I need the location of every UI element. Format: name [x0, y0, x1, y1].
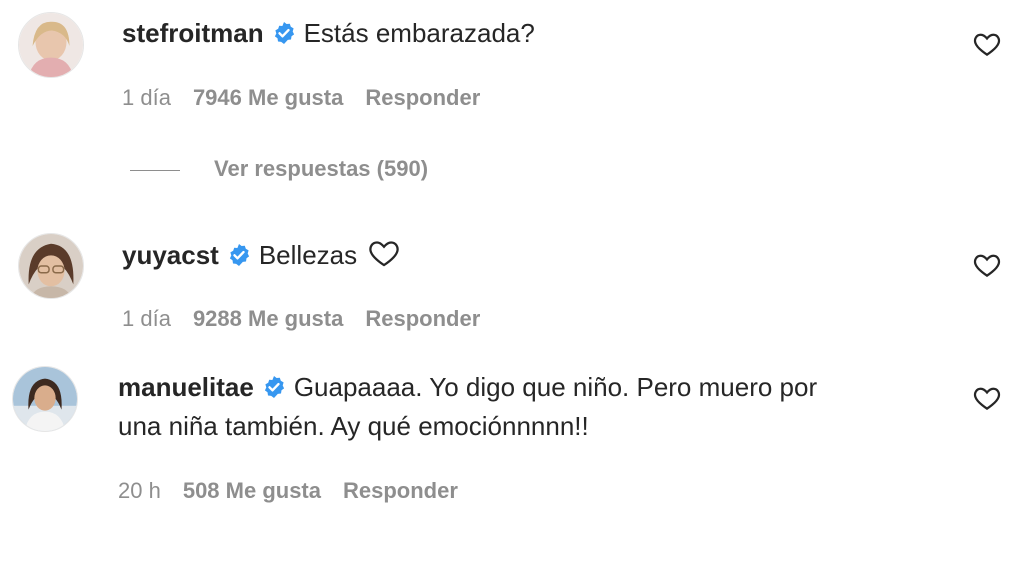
- verified-badge-icon: [227, 243, 251, 267]
- comment-text: Guapaaaa. Yo digo que niño. Pero muero p…: [293, 372, 818, 402]
- likes-count[interactable]: 508 Me gusta: [183, 478, 321, 503]
- comment-time[interactable]: 1 día: [122, 306, 171, 331]
- comment-line: stefroitman Estás embarazada?: [122, 15, 535, 51]
- comment-text-continued: una niña también. Ay qué emociónnnnn!!: [118, 408, 589, 444]
- username[interactable]: stefroitman: [122, 18, 264, 48]
- comment-time[interactable]: 20 h: [118, 478, 161, 503]
- verified-badge-icon: [272, 21, 296, 45]
- comment-meta: 1 día 9288 Me gusta Responder: [122, 304, 502, 334]
- likes-count[interactable]: 7946 Me gusta: [193, 85, 343, 110]
- username[interactable]: yuyacst: [122, 240, 219, 270]
- reply-button[interactable]: Responder: [365, 85, 480, 110]
- divider: [130, 169, 180, 171]
- comment-text-line2: una niña también. Ay qué emociónnnnn!!: [118, 411, 589, 441]
- like-heart-icon[interactable]: [972, 29, 1002, 59]
- reply-button[interactable]: Responder: [343, 478, 458, 503]
- like-heart-icon[interactable]: [972, 383, 1002, 413]
- comment-time[interactable]: 1 día: [122, 85, 171, 110]
- comment-text: Estás embarazada?: [303, 18, 535, 48]
- comment-line: yuyacst Bellezas: [122, 236, 401, 273]
- comment-meta: 1 día 7946 Me gusta Responder: [122, 83, 502, 113]
- verified-badge-icon: [262, 375, 286, 399]
- comment-text: Bellezas: [258, 240, 358, 270]
- likes-count[interactable]: 9288 Me gusta: [193, 306, 343, 331]
- view-replies-button[interactable]: Ver respuestas (590): [130, 156, 428, 182]
- avatar[interactable]: [18, 12, 84, 78]
- like-heart-icon[interactable]: [972, 250, 1002, 280]
- username[interactable]: manuelitae: [118, 372, 254, 402]
- avatar[interactable]: [12, 366, 78, 432]
- view-replies-label: Ver respuestas (590): [214, 156, 429, 181]
- comment-meta: 20 h 508 Me gusta Responder: [118, 476, 480, 506]
- heart-icon: [367, 236, 401, 270]
- reply-button[interactable]: Responder: [365, 306, 480, 331]
- avatar[interactable]: [18, 233, 84, 299]
- comment-line: manuelitae Guapaaaa. Yo digo que niño. Pe…: [118, 369, 817, 405]
